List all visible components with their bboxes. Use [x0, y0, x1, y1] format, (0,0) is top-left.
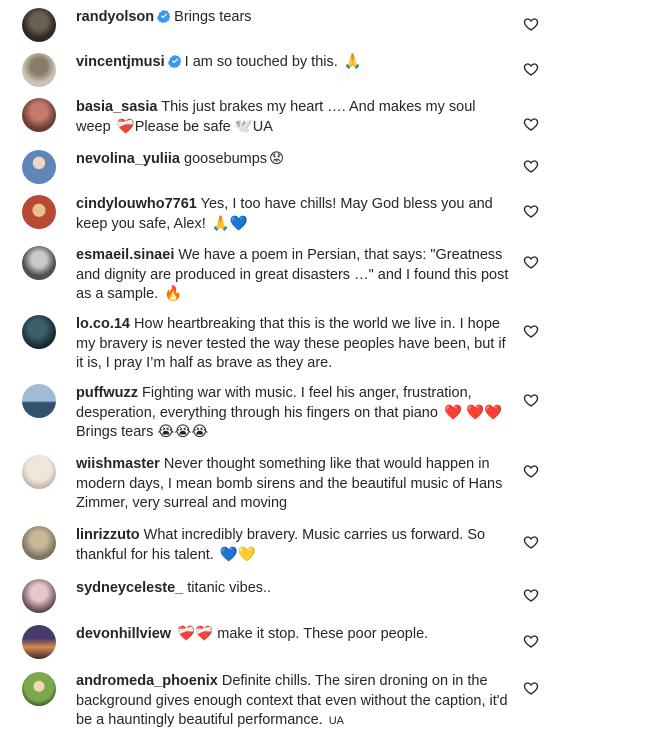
- avatar[interactable]: [22, 246, 56, 280]
- comment-text: titanic vibes..: [187, 580, 272, 596]
- heart-outline-icon: [523, 18, 539, 31]
- comment-username[interactable]: esmaeil.sinaei: [76, 247, 174, 263]
- avatar[interactable]: [22, 53, 56, 87]
- verified-badge-icon: [157, 9, 171, 23]
- avatar[interactable]: [22, 672, 56, 706]
- heart-outline-icon: [523, 256, 539, 269]
- avatar[interactable]: [22, 455, 56, 489]
- like-button[interactable]: [523, 587, 539, 603]
- comment-username[interactable]: andromeda_phoenix: [76, 673, 218, 689]
- comment-emojis: 🙏: [343, 54, 362, 70]
- comment-text: Brings tears: [174, 9, 252, 25]
- like-button[interactable]: [523, 203, 539, 219]
- comment-username[interactable]: cindylouwho7761: [76, 196, 197, 212]
- like-button[interactable]: [523, 463, 539, 479]
- comment-text: I am so touched by this.: [184, 54, 338, 70]
- heart-outline-icon: [523, 635, 539, 648]
- comment-username[interactable]: randyolson: [76, 9, 154, 25]
- avatar[interactable]: [22, 98, 56, 132]
- heart-outline-icon: [523, 63, 539, 76]
- heart-outline-icon: [523, 465, 539, 478]
- avatar[interactable]: [22, 8, 56, 42]
- comment-username[interactable]: devonhillview: [76, 626, 171, 642]
- comment-username[interactable]: linrizzuto: [76, 527, 140, 543]
- comment-emojis: ❤️‍🩹❤️‍🩹: [177, 626, 214, 642]
- comment-username[interactable]: lo.co.14: [76, 316, 130, 332]
- avatar[interactable]: [22, 384, 56, 418]
- comment-emojis: UA: [328, 715, 344, 727]
- comments-list: randyolson Brings tears vincentjmusi I am …: [0, 0, 650, 737]
- comment-emojis: 😟: [269, 151, 285, 167]
- comment-username[interactable]: wiishmaster: [76, 456, 160, 472]
- like-button[interactable]: [523, 116, 539, 132]
- like-button[interactable]: [523, 323, 539, 339]
- heart-outline-icon: [523, 682, 539, 695]
- comment-emojis: 🔥: [164, 286, 183, 302]
- avatar[interactable]: [22, 315, 56, 349]
- comment-username[interactable]: puffwuzz: [76, 385, 138, 401]
- comment-text: How heartbreaking that this is the world…: [76, 316, 506, 371]
- heart-outline-icon: [523, 325, 539, 338]
- comment-text: make it stop. These poor people.: [217, 626, 429, 642]
- heart-outline-icon: [523, 160, 539, 173]
- heart-outline-icon: [523, 118, 539, 131]
- avatar[interactable]: [22, 195, 56, 229]
- heart-outline-icon: [523, 394, 539, 407]
- comment-username[interactable]: nevolina_yuliia: [76, 151, 180, 167]
- heart-outline-icon: [523, 589, 539, 602]
- heart-outline-icon: [523, 536, 539, 549]
- comment-emojis: 🙏💙: [211, 215, 248, 232]
- comment-emojis: 💙💛: [219, 546, 256, 563]
- comment-username[interactable]: vincentjmusi: [76, 54, 165, 70]
- comment-text: goosebumps: [184, 151, 268, 167]
- comment-username[interactable]: basia_sasia: [76, 99, 157, 115]
- avatar[interactable]: [22, 526, 56, 560]
- like-button[interactable]: [523, 633, 539, 649]
- avatar[interactable]: [22, 150, 56, 184]
- avatar[interactable]: [22, 625, 56, 659]
- like-button[interactable]: [523, 158, 539, 174]
- like-button[interactable]: [523, 680, 539, 696]
- like-button[interactable]: [523, 254, 539, 270]
- comment-emojis: ❤️‍🩹Please be safe 🕊️UA: [116, 118, 273, 135]
- comment-username[interactable]: sydneyceleste_: [76, 580, 183, 596]
- heart-outline-icon: [523, 205, 539, 218]
- like-button[interactable]: [523, 61, 539, 77]
- verified-badge-icon: [167, 54, 181, 68]
- avatar[interactable]: [22, 579, 56, 613]
- like-button[interactable]: [523, 392, 539, 408]
- like-button[interactable]: [523, 534, 539, 550]
- like-button[interactable]: [523, 16, 539, 32]
